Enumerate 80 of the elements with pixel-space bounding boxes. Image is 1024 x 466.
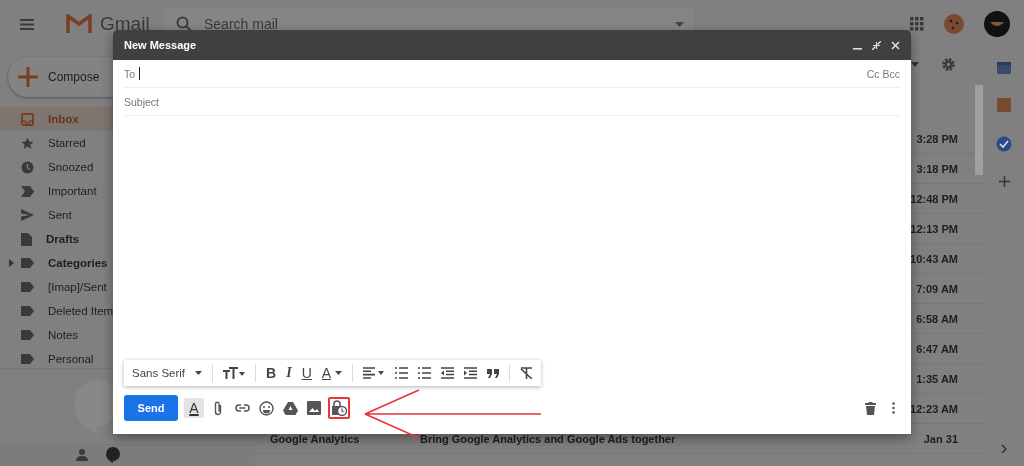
- expand-arrow-icon[interactable]: [9, 259, 14, 267]
- text-color-button[interactable]: A: [321, 365, 343, 381]
- sidebar-item[interactable]: Drafts: [0, 227, 220, 251]
- plus-icon: [18, 67, 38, 87]
- quote-icon[interactable]: [487, 368, 500, 378]
- caret-icon[interactable]: [911, 61, 919, 67]
- email-time: 1:35 AM: [916, 372, 958, 385]
- label-icon: [21, 330, 34, 340]
- numbered-list-icon[interactable]: [395, 367, 409, 379]
- sidebar-item[interactable]: Starred: [0, 131, 220, 155]
- scrollbar[interactable]: [975, 85, 983, 175]
- window-title: New Message: [124, 39, 197, 51]
- outdent-icon[interactable]: [441, 367, 455, 379]
- email-time: 6:58 AM: [916, 312, 958, 325]
- chat-icon[interactable]: [106, 447, 120, 463]
- bold-button[interactable]: B: [266, 365, 277, 381]
- align-icon[interactable]: [363, 367, 386, 379]
- email-time: 12:13 PM: [910, 222, 958, 235]
- email-time: 3:28 PM: [916, 132, 958, 145]
- person-icon[interactable]: [76, 449, 88, 461]
- email-subject: Bring Google Analytics and Google Ads together: [420, 432, 676, 445]
- email-time: 6:47 AM: [916, 342, 958, 355]
- email-time: 7:09 AM: [916, 282, 958, 295]
- search-icon[interactable]: [176, 16, 192, 32]
- label-icon: [21, 306, 34, 316]
- document-icon: [21, 232, 32, 246]
- sidebar-item[interactable]: Deleted Item: [0, 299, 220, 323]
- chevron-right-icon[interactable]: [1001, 444, 1007, 454]
- caret-icon[interactable]: [675, 21, 684, 27]
- menu-icon[interactable]: [20, 18, 34, 30]
- bulleted-list-icon[interactable]: [418, 367, 432, 379]
- star-icon: [21, 136, 34, 150]
- send-button[interactable]: Send: [124, 395, 178, 421]
- sidebar-item[interactable]: Categories: [0, 251, 220, 275]
- formatting-button[interactable]: A: [184, 398, 204, 418]
- label-icon: [21, 282, 34, 292]
- sender-name: Google Analytics: [270, 432, 361, 445]
- underline-button[interactable]: U: [301, 365, 312, 381]
- settings-icon[interactable]: [941, 56, 956, 72]
- email-time: 12:48 PM: [910, 192, 958, 205]
- sidebar-item[interactable]: Notes: [0, 323, 220, 347]
- important-icon: [21, 185, 34, 197]
- image-icon[interactable]: [304, 398, 324, 418]
- inbox-icon: [21, 112, 34, 126]
- calendar-icon[interactable]: [997, 60, 1011, 74]
- cookie-avatar-icon[interactable]: [943, 13, 965, 35]
- smiley-icon[interactable]: [256, 398, 276, 418]
- cc-bcc-link[interactable]: Cc Bcc: [866, 67, 900, 80]
- email-time: Jan 31: [923, 432, 958, 445]
- sidebar-item[interactable]: Important: [0, 179, 220, 203]
- envelope-logo-icon: [66, 14, 92, 34]
- clock-icon: [21, 160, 34, 174]
- sidebar-item[interactable]: Snoozed: [0, 155, 220, 179]
- italic-button[interactable]: I: [286, 365, 292, 381]
- trash-icon[interactable]: [865, 401, 876, 415]
- check-circle-icon[interactable]: [996, 136, 1012, 152]
- expand-icon[interactable]: [872, 40, 881, 50]
- email-time: 10:43 AM: [910, 252, 958, 265]
- label-icon: [21, 258, 34, 268]
- email-time: 12:23 AM: [910, 402, 958, 415]
- label-icon: [21, 354, 34, 364]
- clear-formatting-icon[interactable]: [520, 367, 534, 379]
- more-options-icon[interactable]: [892, 402, 895, 414]
- to-field[interactable]: To Cc Bcc: [124, 60, 900, 88]
- sidebar-item[interactable]: [Imap]/Sent: [0, 275, 220, 299]
- plus-icon[interactable]: [998, 176, 1010, 187]
- indent-icon[interactable]: [464, 367, 478, 379]
- close-icon[interactable]: [891, 40, 900, 50]
- caret-icon: [335, 371, 343, 375]
- font-dropdown[interactable]: Sans Serif: [132, 367, 203, 379]
- sidebar-item[interactable]: Sent: [0, 203, 220, 227]
- avatar-icon[interactable]: [984, 11, 1010, 37]
- email-time: 3:18 PM: [916, 162, 958, 175]
- search-field[interactable]: Search mail: [202, 15, 665, 33]
- text-size-icon[interactable]: [223, 367, 246, 379]
- lock-clock-icon[interactable]: [328, 397, 350, 419]
- caret-icon: [195, 371, 203, 375]
- apps-grid-icon[interactable]: [910, 17, 924, 31]
- send-icon: [21, 209, 34, 221]
- app-name: Gmail: [100, 13, 151, 35]
